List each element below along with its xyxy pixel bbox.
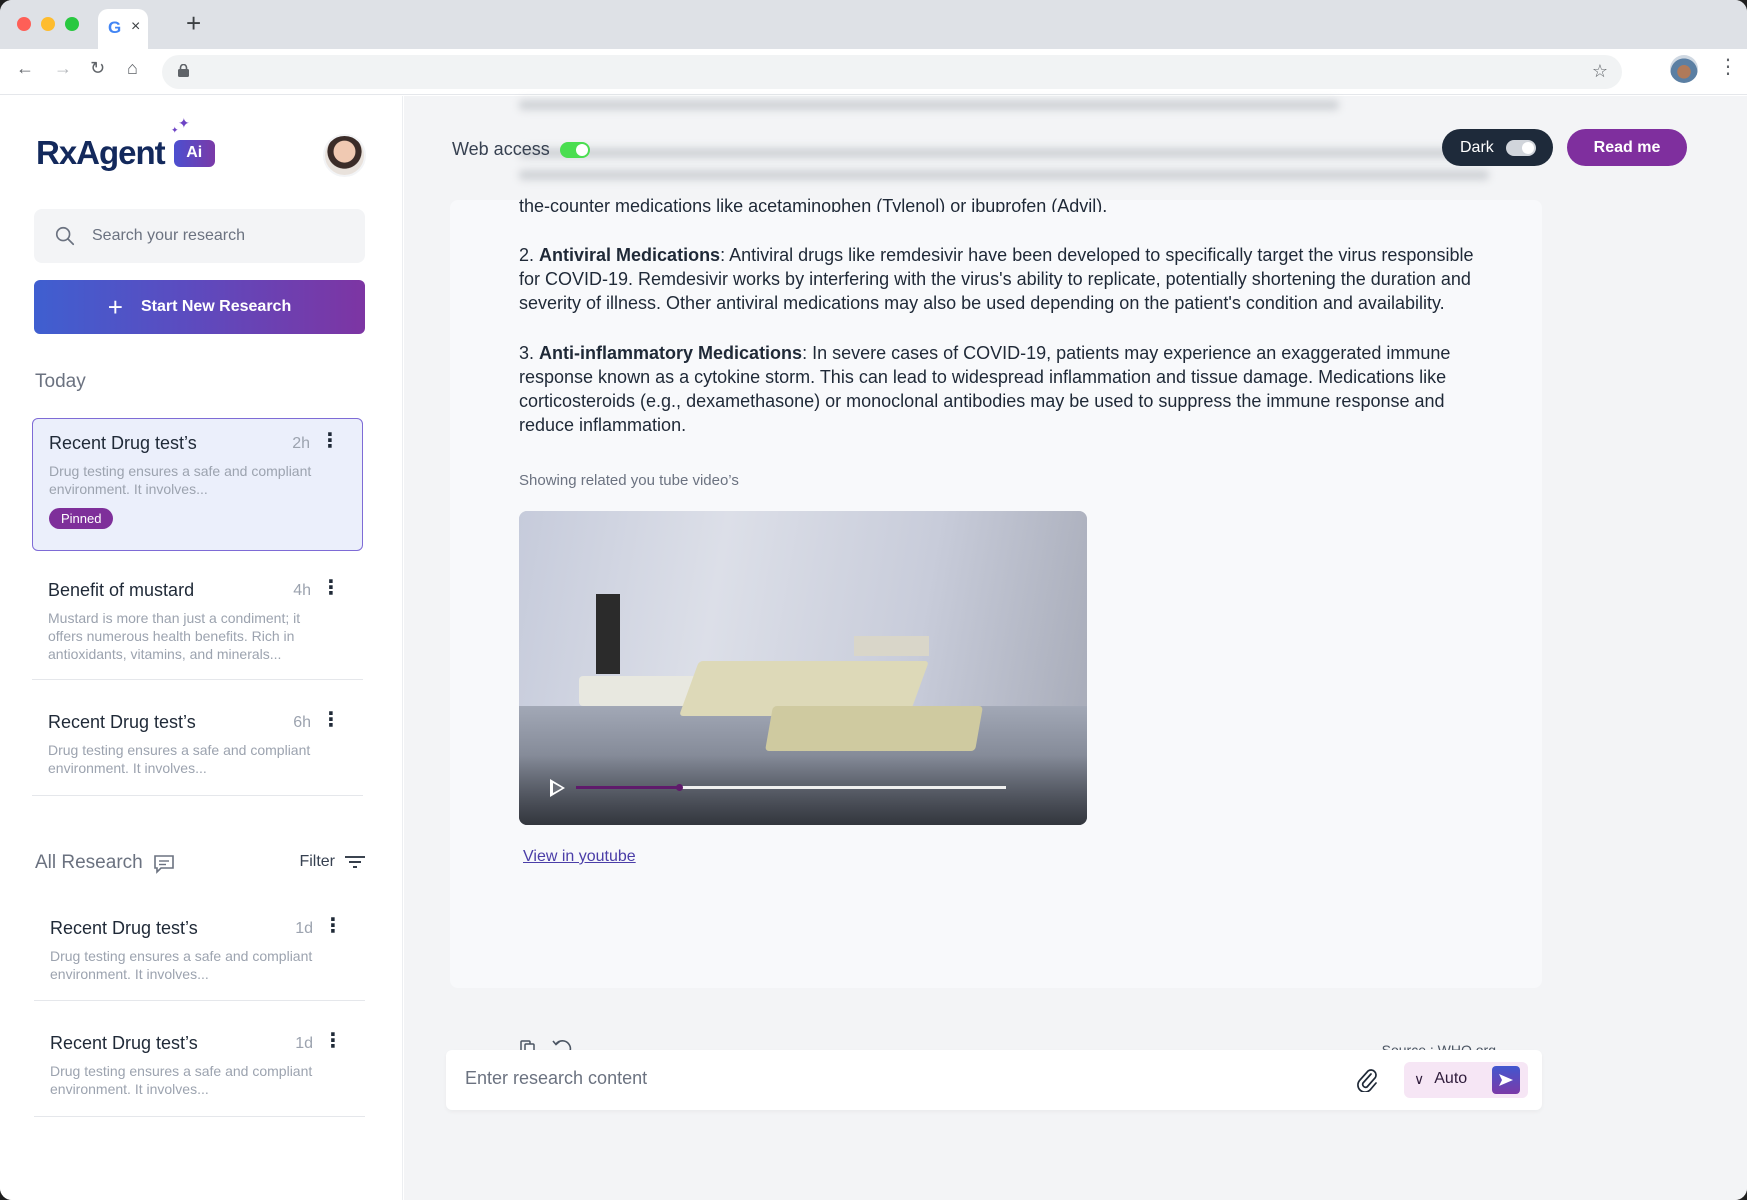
response-point: 3. Anti-inflammatory Medications: In sev… bbox=[519, 343, 1451, 435]
point-heading: Antiviral Medications bbox=[539, 245, 721, 265]
video-progress-fill bbox=[576, 786, 680, 789]
filter-icon bbox=[345, 856, 365, 868]
minimize-window-button[interactable] bbox=[41, 17, 55, 31]
sparkles-icon: ✦ ✦ bbox=[171, 115, 190, 135]
blurred-scrolled-text bbox=[519, 144, 1489, 194]
more-options-icon[interactable]: ⋮ bbox=[321, 578, 341, 598]
view-in-youtube-link[interactable]: View in youtube bbox=[523, 845, 636, 869]
browser-tab[interactable]: G × bbox=[98, 9, 148, 49]
send-icon bbox=[1499, 1074, 1513, 1086]
google-favicon-icon: G bbox=[108, 18, 122, 37]
research-item-description: Drug testing ensures a safe and complian… bbox=[50, 1063, 313, 1097]
mode-dropdown[interactable]: ∨ Auto bbox=[1414, 1070, 1467, 1088]
logo-ai-badge: Ai bbox=[173, 139, 215, 167]
send-button[interactable] bbox=[1492, 1066, 1520, 1094]
research-item[interactable]: Benefit of mustard 4h ⋮ Mustard is more … bbox=[32, 566, 363, 680]
web-access-toggle[interactable] bbox=[559, 141, 590, 158]
browser-toolbar: ← → ↻ ⌂ ☆ ⋮ bbox=[0, 49, 1747, 95]
research-item-description: Drug testing ensures a safe and complian… bbox=[49, 463, 312, 497]
reload-icon[interactable]: ↻ bbox=[90, 59, 105, 77]
new-tab-button[interactable]: + bbox=[186, 10, 201, 36]
research-input[interactable] bbox=[465, 1068, 1345, 1089]
browser-window: G × + ← → ↻ ⌂ ☆ ⋮ RxAgent Ai ✦✦ + Start … bbox=[0, 0, 1747, 1200]
composer: ∨ Auto bbox=[446, 1050, 1542, 1110]
more-options-icon[interactable]: ⋮ bbox=[323, 916, 343, 936]
research-item-description: Mustard is more than just a condiment; i… bbox=[48, 610, 301, 662]
video-player[interactable] bbox=[519, 511, 1087, 825]
research-item-description: Drug testing ensures a safe and complian… bbox=[50, 948, 313, 982]
home-icon[interactable]: ⌂ bbox=[127, 59, 138, 77]
research-item-time: 2h bbox=[292, 435, 310, 452]
browser-menu-icon[interactable]: ⋮ bbox=[1718, 57, 1738, 77]
start-new-research-button[interactable]: + Start New Research bbox=[34, 280, 365, 334]
filter-button[interactable]: Filter bbox=[299, 853, 365, 871]
search-icon bbox=[55, 226, 75, 246]
maximize-window-button[interactable] bbox=[65, 17, 79, 31]
start-new-research-label: Start New Research bbox=[140, 298, 292, 315]
chat-icon bbox=[154, 855, 174, 874]
response-point: 2. Antiviral Medications: Antiviral drug… bbox=[519, 245, 1474, 313]
research-item-description: Drug testing ensures a safe and complian… bbox=[48, 742, 311, 776]
paperclip-icon[interactable] bbox=[1356, 1068, 1378, 1097]
back-icon[interactable]: ← bbox=[16, 59, 34, 77]
research-item-time: 6h bbox=[293, 714, 311, 731]
main-panel: Web access Dark Read me the-counter medi… bbox=[404, 96, 1747, 1200]
point-heading: Anti-inflammatory Medications bbox=[539, 343, 803, 363]
video-progress-bar[interactable] bbox=[576, 784, 1006, 791]
dark-mode-switch[interactable] bbox=[1505, 139, 1536, 156]
more-options-icon[interactable]: ⋮ bbox=[321, 710, 341, 730]
related-videos-label: Showing related you tube video’s bbox=[519, 472, 739, 489]
research-item[interactable]: Recent Drug test’s 2h ⋮ Drug testing ens… bbox=[32, 418, 363, 551]
tab-close-icon[interactable]: × bbox=[131, 18, 140, 36]
more-options-icon[interactable]: ⋮ bbox=[320, 431, 340, 451]
all-research-header: All Research Filter bbox=[35, 852, 365, 882]
research-item[interactable]: Recent Drug test’s 1d ⋮ Drug testing ens… bbox=[34, 904, 365, 1001]
bookmark-star-icon[interactable]: ☆ bbox=[1592, 61, 1608, 82]
response-card: the-counter medications like acetaminoph… bbox=[450, 196, 1542, 1058]
dark-mode-toggle[interactable]: Dark bbox=[1442, 129, 1553, 166]
address-bar[interactable]: ☆ bbox=[162, 55, 1622, 89]
tab-strip: G × + bbox=[0, 0, 1747, 49]
sidebar: RxAgent Ai ✦✦ + Start New Research Today… bbox=[0, 96, 403, 1200]
read-me-button[interactable]: Read me bbox=[1567, 129, 1687, 166]
research-item-time: 1d bbox=[295, 1035, 313, 1052]
section-today-heading: Today bbox=[35, 371, 86, 392]
close-window-button[interactable] bbox=[17, 17, 31, 31]
dark-mode-label: Dark bbox=[1460, 138, 1494, 156]
blurred-scrolled-text bbox=[519, 96, 1339, 114]
research-item-time: 4h bbox=[293, 582, 311, 599]
forward-icon[interactable]: → bbox=[54, 59, 72, 77]
filter-label: Filter bbox=[299, 853, 335, 870]
research-item-time: 1d bbox=[295, 920, 313, 937]
mode-selector-group: ∨ Auto bbox=[1404, 1062, 1528, 1098]
logo-text: RxAgent bbox=[36, 134, 166, 171]
more-options-icon[interactable]: ⋮ bbox=[323, 1031, 343, 1051]
web-access-control: Web access bbox=[452, 139, 590, 160]
search-input[interactable] bbox=[92, 227, 332, 245]
chevron-down-icon: ∨ bbox=[1414, 1070, 1425, 1087]
all-research-heading: All Research bbox=[35, 852, 143, 873]
research-item[interactable]: Recent Drug test’s 6h ⋮ Drug testing ens… bbox=[32, 698, 363, 796]
research-item[interactable]: Recent Drug test’s 1d ⋮ Drug testing ens… bbox=[34, 1019, 365, 1117]
pinned-badge: Pinned bbox=[49, 508, 114, 529]
response-text-partial: the-counter medications like acetaminoph… bbox=[519, 196, 1108, 212]
browser-profile-avatar[interactable] bbox=[1670, 55, 1698, 83]
search-box[interactable] bbox=[34, 209, 365, 263]
web-access-label: Web access bbox=[452, 139, 550, 159]
lock-icon bbox=[178, 64, 189, 77]
user-avatar[interactable] bbox=[323, 134, 366, 177]
app-logo: RxAgent Ai bbox=[36, 134, 215, 172]
play-icon[interactable] bbox=[550, 779, 565, 797]
mode-label: Auto bbox=[1434, 1070, 1468, 1087]
plus-icon: + bbox=[107, 292, 123, 322]
